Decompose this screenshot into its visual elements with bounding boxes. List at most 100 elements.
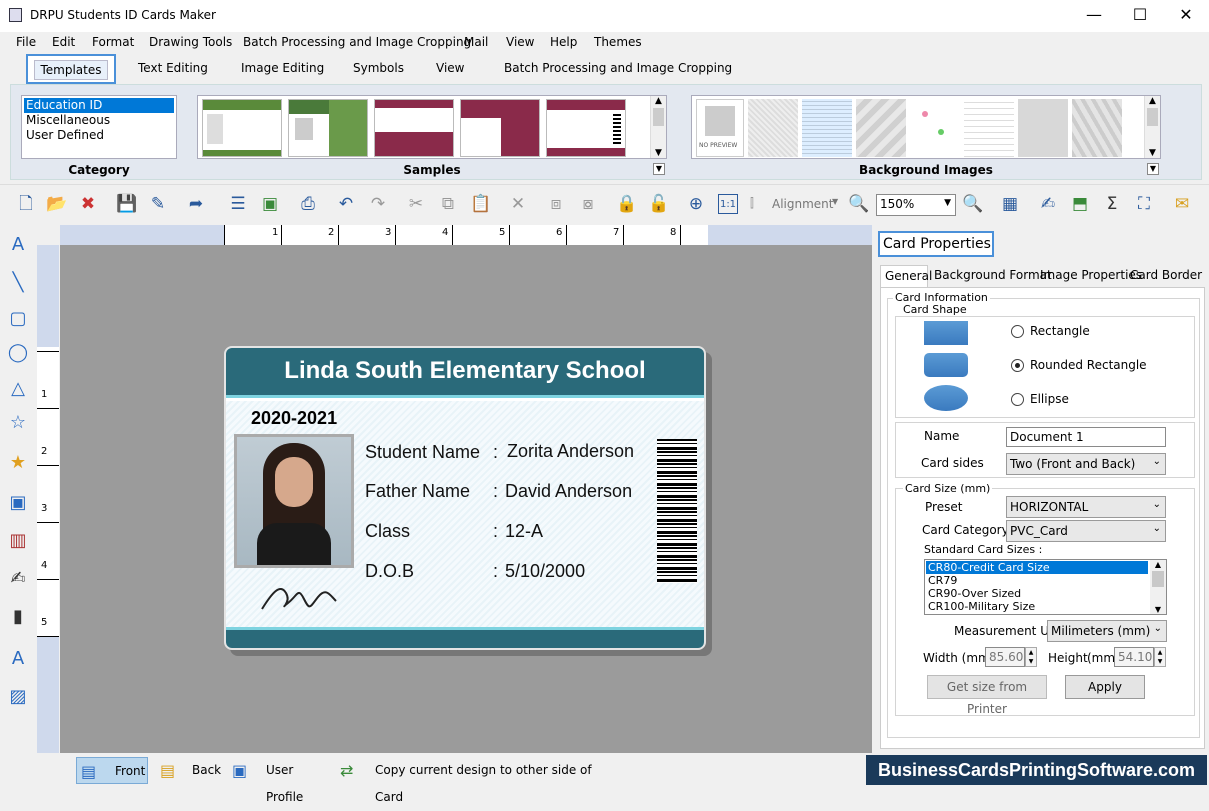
rectangle-radio-label[interactable]: Rectangle <box>1030 324 1090 338</box>
tab-templates[interactable]: Templates <box>26 54 116 84</box>
size-item-cr90[interactable]: CR90-Over Sized <box>928 587 1021 600</box>
apply-button[interactable]: Apply <box>1065 675 1145 699</box>
library-tool-icon[interactable]: ▥ <box>6 529 30 553</box>
get-size-from-printer-button[interactable]: Get size from Printer <box>927 675 1047 716</box>
tab-image-properties[interactable]: Image Properties <box>1040 268 1142 282</box>
alignment-label[interactable]: Alignment <box>772 197 833 211</box>
samples-expand-icon[interactable]: ▼ <box>653 163 665 175</box>
width-input[interactable]: 85.60 <box>985 647 1025 667</box>
menu-batch-processing[interactable]: Batch Processing and Image Cropping <box>243 35 471 49</box>
id-card[interactable]: Linda South Elementary School 2020-2021 … <box>224 346 706 650</box>
tab-symbols[interactable]: Symbols <box>353 61 404 75</box>
size-item-cr79[interactable]: CR79 <box>928 574 957 587</box>
front-button[interactable]: ▤ Front <box>76 757 148 784</box>
menu-help[interactable]: Help <box>550 35 577 49</box>
dob-value[interactable]: 5/10/2000 <box>505 561 585 582</box>
student-photo[interactable] <box>234 434 354 568</box>
tab-image-editing[interactable]: Image Editing <box>241 61 324 75</box>
fit-icon[interactable]: ⊕ <box>686 194 706 214</box>
data-import-icon[interactable]: ⬒ <box>1070 194 1090 214</box>
menu-drawing-tools[interactable]: Drawing Tools <box>149 35 232 49</box>
class-value[interactable]: 12-A <box>505 521 543 542</box>
student-name-value[interactable]: Zorita Anderson <box>507 441 634 462</box>
edit-card-icon[interactable]: ✍ <box>1038 194 1058 214</box>
category-item-user-defined[interactable]: User Defined <box>26 128 104 142</box>
tab-general[interactable]: General <box>880 265 932 287</box>
save-as-icon[interactable]: ✎ <box>148 194 168 214</box>
category-list[interactable]: Education ID Miscellaneous User Defined <box>21 95 177 159</box>
dob-label[interactable]: D.O.B <box>365 561 414 582</box>
signature-tool-icon[interactable]: ✍ <box>6 567 30 591</box>
tab-view[interactable]: View <box>436 61 464 75</box>
measurement-unit-select[interactable]: Milimeters (mm) ⌄ <box>1047 620 1167 642</box>
group-icon[interactable]: ⧈ <box>546 194 566 214</box>
cut-icon[interactable]: ✂ <box>406 194 426 214</box>
bg-thumb-2[interactable] <box>802 99 852 157</box>
text-tool-icon[interactable]: A <box>6 233 30 257</box>
no-preview-thumb[interactable]: NO PREVIEW <box>696 99 744 157</box>
menu-themes[interactable]: Themes <box>594 35 642 49</box>
tab-batch-processing[interactable]: Batch Processing and Image Cropping <box>504 61 732 75</box>
bg-thumb-7[interactable] <box>1072 99 1122 157</box>
signature-image[interactable] <box>258 573 340 617</box>
copy-icon[interactable]: ⧉ <box>438 194 458 214</box>
barcode-tool-icon[interactable]: ▮ <box>6 605 30 629</box>
minimize-button[interactable]: — <box>1071 0 1117 32</box>
student-name-label[interactable]: Student Name <box>365 442 480 463</box>
word-art-tool-icon[interactable]: A <box>6 647 30 671</box>
ellipse-tool-icon[interactable]: ◯ <box>6 341 30 365</box>
samples-scrollbar[interactable]: ▲ ▼ <box>650 96 666 158</box>
properties-icon[interactable]: ☰ <box>228 194 248 214</box>
barcode-image[interactable] <box>657 439 697 583</box>
copy-design-button[interactable]: ⇄ Copy current design to other side of C… <box>338 757 598 804</box>
menu-edit[interactable]: Edit <box>52 35 75 49</box>
crop-icon[interactable]: ⛶ <box>1134 194 1154 214</box>
bg-thumb-6[interactable] <box>1018 99 1068 157</box>
ungroup-icon[interactable]: ⧇ <box>578 194 598 214</box>
sample-template-1[interactable] <box>202 99 282 157</box>
new-icon[interactable]: 🗋 <box>16 194 36 214</box>
father-name-label[interactable]: Father Name <box>365 481 470 502</box>
tab-card-border[interactable]: Card Border <box>1130 268 1202 282</box>
name-input[interactable]: Document 1 <box>1006 427 1166 447</box>
menu-mail[interactable]: Mail <box>464 35 488 49</box>
rectangle-tool-icon[interactable]: ▢ <box>6 307 30 331</box>
paste-icon[interactable]: 📋 <box>470 194 491 214</box>
export-icon[interactable]: ➦ <box>186 194 206 214</box>
delete-icon[interactable]: ✕ <box>508 194 528 214</box>
triangle-tool-icon[interactable]: △ <box>6 377 30 401</box>
print-icon[interactable]: ⎙ <box>298 194 318 214</box>
menu-format[interactable]: Format <box>92 35 134 49</box>
maximize-button[interactable]: ☐ <box>1117 0 1163 32</box>
sizes-scrollbar[interactable]: ▲ ▼ <box>1150 560 1166 614</box>
rectangle-radio[interactable] <box>1011 325 1024 338</box>
zoom-in-icon[interactable]: 🔍 <box>848 194 869 214</box>
category-item-misc[interactable]: Miscellaneous <box>26 113 110 127</box>
line-tool-icon[interactable]: ╲ <box>6 271 30 295</box>
sample-template-5[interactable] <box>546 99 626 157</box>
undo-icon[interactable]: ↶ <box>336 194 356 214</box>
close-button[interactable]: ✕ <box>1163 0 1209 32</box>
close-doc-icon[interactable]: ✖ <box>78 194 98 214</box>
sample-template-3[interactable] <box>374 99 454 157</box>
rounded-rectangle-radio[interactable] <box>1011 359 1024 372</box>
height-stepper-icon[interactable]: ▲ ▼ <box>1154 647 1166 667</box>
bg-expand-icon[interactable]: ▼ <box>1147 163 1159 175</box>
alignment-dropdown-icon[interactable]: ▼ <box>832 197 838 206</box>
bg-scrollbar[interactable]: ▲ ▼ <box>1144 96 1160 158</box>
back-button[interactable]: ▤ Back <box>156 757 222 784</box>
sample-template-2[interactable] <box>288 99 368 157</box>
image-tool-icon[interactable]: ▣ <box>6 491 30 515</box>
class-label[interactable]: Class <box>365 521 410 542</box>
symbol-tool-icon[interactable]: ★ <box>6 451 30 475</box>
bg-thumb-3[interactable] <box>856 99 906 157</box>
open-icon[interactable]: 📂 <box>46 194 67 214</box>
bg-thumb-4[interactable] <box>910 99 960 157</box>
ellipse-radio-label[interactable]: Ellipse <box>1030 392 1069 406</box>
bg-thumb-1[interactable] <box>748 99 798 157</box>
lock-icon[interactable]: 🔒 <box>616 194 637 214</box>
image-icon[interactable]: ▣ <box>260 194 280 214</box>
actual-size-icon[interactable]: 1:1 <box>718 194 738 214</box>
card-category-select[interactable]: PVC_Card ⌄ <box>1006 520 1166 542</box>
redo-icon[interactable]: ↷ <box>368 194 388 214</box>
